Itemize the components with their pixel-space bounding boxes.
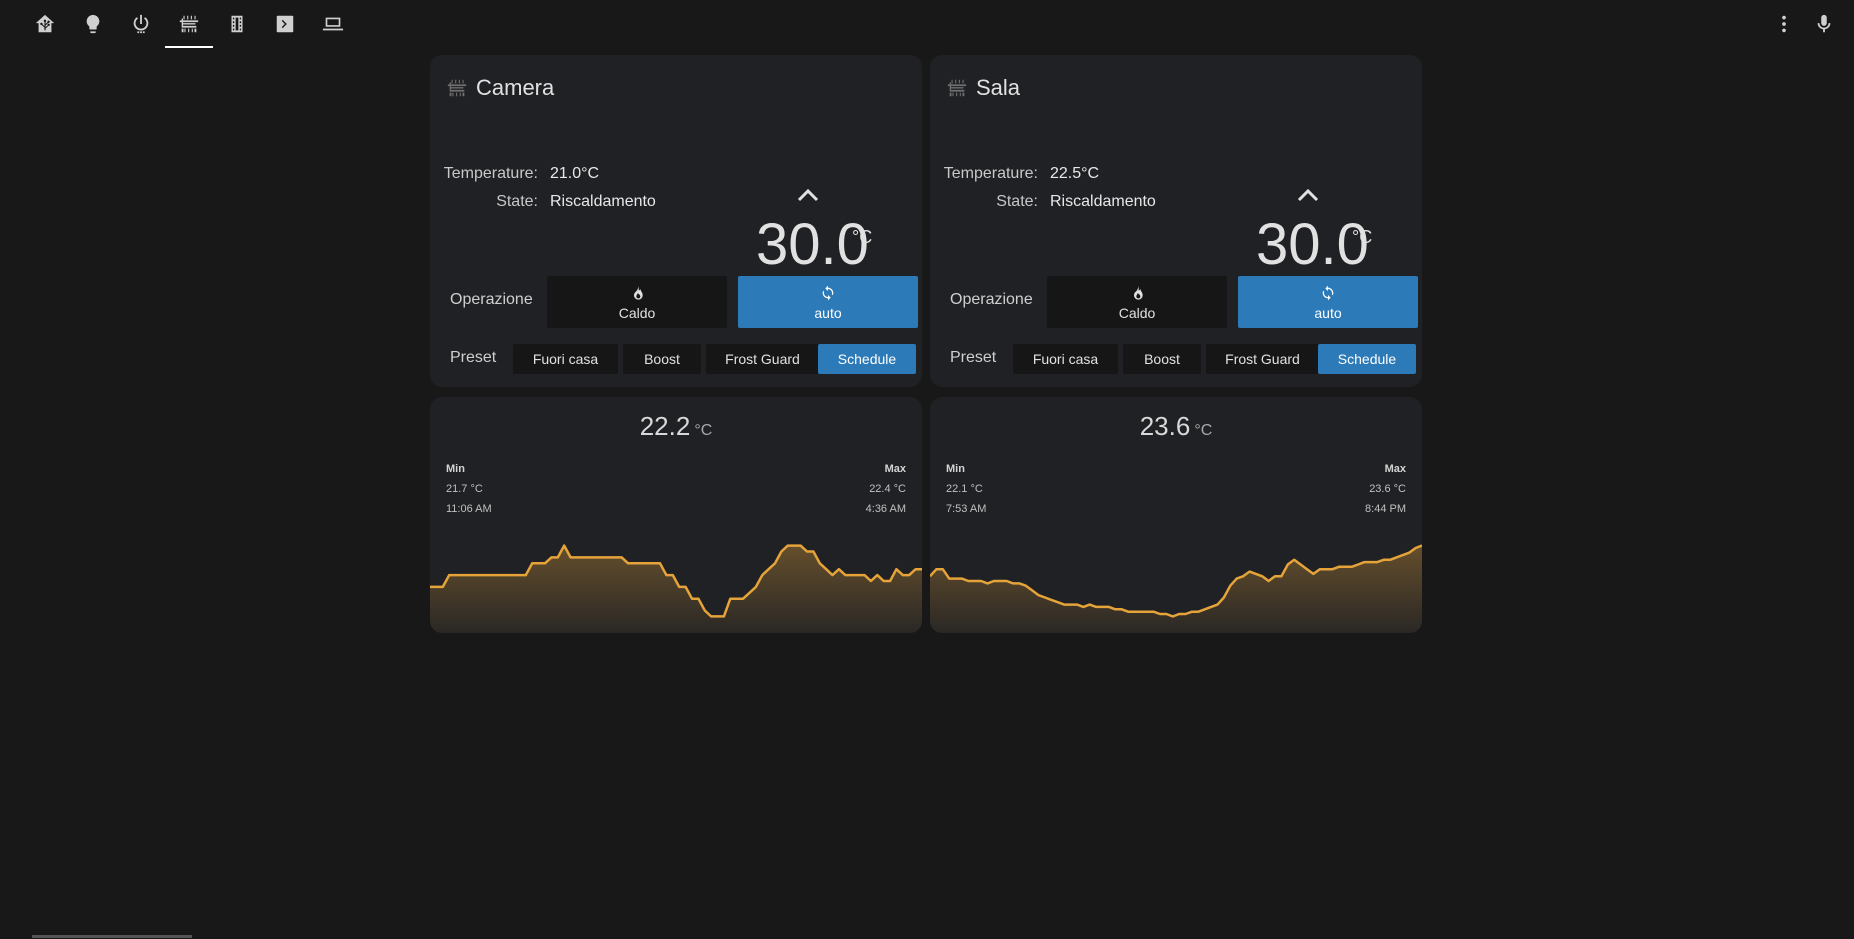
sensor-min: Min 21.7 °C 11:06 AM [446, 459, 492, 519]
min-time: 7:53 AM [946, 503, 987, 515]
preset-frost-guard-button[interactable]: Frost Guard [706, 344, 819, 374]
sensor-unit: °C [1194, 422, 1213, 439]
flame-icon [634, 285, 643, 300]
preset-boost-button[interactable]: Boost [623, 344, 701, 374]
thermostat-info: Temperature: 21.0°C State: Riscaldamento [430, 160, 660, 216]
microphone-icon [1817, 14, 1831, 33]
min-label: Min [946, 463, 965, 475]
tab-power[interactable] [117, 0, 165, 48]
sensor-max: Max 22.4 °C 4:36 AM [866, 459, 906, 519]
setpoint-unit: °C [1352, 227, 1373, 247]
state-value: Riscaldamento [550, 193, 656, 210]
sensor-card[interactable]: 23.6 °C Min 22.1 °C 7:53 AM Max 23.6 °C 8… [930, 397, 1422, 633]
setpoint-unit: °C [852, 227, 873, 247]
max-value: 23.6 °C [1369, 483, 1406, 495]
mode-heat-button[interactable]: Caldo [547, 276, 727, 328]
flame-icon [1134, 285, 1143, 300]
chevron-up-icon [797, 188, 819, 202]
tab-media[interactable] [213, 0, 261, 48]
sensor-value: 22.2 [639, 411, 691, 441]
refresh-icon [1322, 285, 1334, 300]
tab-terminal[interactable] [261, 0, 309, 48]
sensor-unit: °C [694, 422, 713, 439]
max-value: 22.4 °C [869, 483, 906, 495]
min-value: 22.1 °C [946, 483, 983, 495]
refresh-icon [822, 285, 834, 300]
power-icon [133, 14, 149, 34]
preset-frost-guard-button[interactable]: Frost Guard [1206, 344, 1319, 374]
temperature-label: Temperature: [943, 165, 1038, 182]
sparkline-area [430, 545, 922, 633]
min-value: 21.7 °C [446, 483, 483, 495]
sparkline-graph [430, 527, 922, 633]
preset-away-button[interactable]: Fuori casa [513, 344, 618, 374]
preset-away-button[interactable]: Fuori casa [1013, 344, 1118, 374]
preset-boost-button[interactable]: Boost [1123, 344, 1201, 374]
mode-auto-label: auto [814, 304, 842, 321]
preset-schedule-button[interactable]: Schedule [818, 344, 916, 374]
lightbulb-icon [86, 14, 100, 34]
sensor-value: 23.6 [1139, 411, 1191, 441]
laptop-icon [322, 17, 344, 31]
sensor-current: 23.6 °C [930, 411, 1422, 442]
overflow-menu-button[interactable] [1764, 0, 1804, 48]
sparkline-area [930, 545, 1422, 633]
mode-auto-button[interactable]: auto [1238, 276, 1418, 328]
voice-assist-button[interactable] [1804, 0, 1844, 48]
thermostat-name[interactable]: Sala [976, 75, 1020, 101]
mode-auto-button[interactable]: auto [738, 276, 918, 328]
min-label: Min [446, 463, 465, 475]
sensor-card[interactable]: 22.2 °C Min 21.7 °C 11:06 AM Max 22.4 °C … [430, 397, 922, 633]
top-toolbar [0, 0, 1854, 48]
sparkline-graph [930, 527, 1422, 633]
state-label: State: [496, 193, 538, 210]
thermostat-card: Sala Temperature: 22.5°C State: Riscalda… [930, 55, 1422, 387]
mode-auto-label: auto [1314, 304, 1342, 321]
increase-temperature-button[interactable] [794, 185, 822, 205]
more-vertical-icon [1782, 15, 1786, 33]
terminal-icon [276, 15, 294, 33]
sensor-current: 22.2 °C [430, 411, 922, 442]
sparkline-svg [930, 544, 1422, 633]
thermostat-info: Temperature: 22.5°C State: Riscaldamento [930, 160, 1160, 216]
max-time: 4:36 AM [865, 503, 906, 515]
chevron-up-icon [1297, 188, 1319, 202]
mode-heat-button[interactable]: Caldo [1047, 276, 1227, 328]
state-value: Riscaldamento [1050, 193, 1156, 210]
thermostat-card: Camera Temperature: 21.0°C State: Riscal… [430, 55, 922, 387]
increase-temperature-button[interactable] [1294, 185, 1322, 205]
temperature-value: 21.0°C [550, 165, 600, 182]
sparkline-svg [430, 544, 922, 633]
temperature-label: Temperature: [443, 165, 538, 182]
max-label: Max [1384, 463, 1406, 475]
mode-heat-label: Caldo [618, 304, 656, 321]
card-header: Sala [946, 75, 1020, 101]
radiator-icon [947, 79, 967, 97]
sensor-max: Max 23.6 °C 8:44 PM [1365, 459, 1406, 519]
film-icon [231, 15, 243, 33]
home-assistant-icon [35, 14, 55, 33]
operation-label: Operazione [950, 291, 1033, 308]
card-header: Camera [446, 75, 554, 101]
max-time: 8:44 PM [1365, 503, 1406, 515]
tab-devices[interactable] [309, 0, 357, 48]
max-label: Max [884, 463, 906, 475]
mode-heat-label: Caldo [1118, 304, 1156, 321]
temperature-value: 22.5°C [1050, 165, 1100, 182]
min-time: 11:06 AM [446, 503, 492, 515]
thermostat-name[interactable]: Camera [476, 75, 554, 101]
radiator-icon [447, 79, 467, 97]
preset-label: Preset [450, 349, 497, 366]
tab-home[interactable] [21, 0, 69, 48]
preset-schedule-button[interactable]: Schedule [1318, 344, 1416, 374]
radiator-icon [179, 15, 199, 33]
tab-climate[interactable] [165, 0, 213, 48]
sensor-min: Min 22.1 °C 7:53 AM [946, 459, 986, 519]
preset-label: Preset [950, 349, 997, 366]
operation-label: Operazione [450, 291, 533, 308]
state-label: State: [996, 193, 1038, 210]
tab-lights[interactable] [69, 0, 117, 48]
horizontal-scrollbar[interactable] [32, 935, 192, 938]
